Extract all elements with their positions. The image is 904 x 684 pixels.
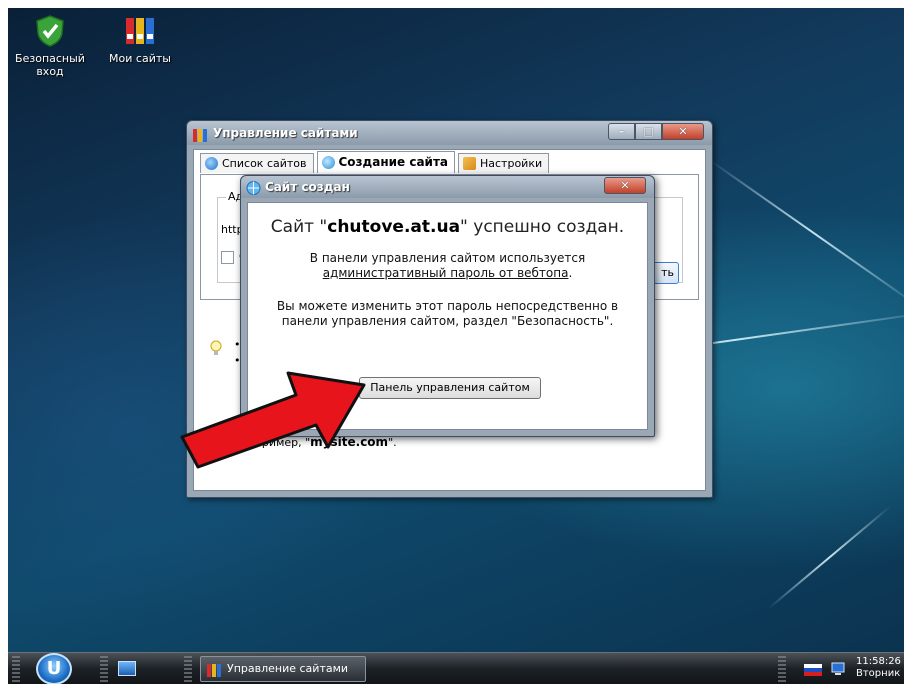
shield-check-icon bbox=[33, 14, 67, 48]
taskbar-window-button[interactable]: Управление сайтами bbox=[200, 656, 366, 682]
wallpaper-light-streak bbox=[767, 505, 892, 610]
window-title: Управление сайтами bbox=[213, 126, 358, 140]
start-button[interactable]: U bbox=[36, 653, 72, 684]
network-monitor-icon[interactable] bbox=[830, 661, 846, 677]
language-flag-icon[interactable] bbox=[804, 664, 822, 676]
clock-day: Вторник bbox=[856, 668, 901, 679]
binders-icon bbox=[193, 126, 208, 142]
tab-settings[interactable]: Настройки bbox=[458, 153, 550, 173]
minimize-button[interactable]: – bbox=[608, 123, 635, 140]
taskbar-grip[interactable] bbox=[778, 656, 786, 682]
show-desktop-icon[interactable] bbox=[118, 661, 136, 676]
binders-icon bbox=[207, 662, 221, 677]
wallpaper-light-streak bbox=[707, 158, 904, 309]
option-checkbox[interactable] bbox=[221, 251, 234, 264]
maximize-button[interactable]: □ bbox=[635, 123, 662, 140]
globe-icon bbox=[321, 156, 335, 169]
binders-icon bbox=[123, 14, 157, 48]
taskbar: U Управление сайтами 11:58:26 Вторник bbox=[8, 652, 904, 684]
desktop-icon-my-sites[interactable]: Мои сайты bbox=[100, 14, 180, 65]
tab-sites-list[interactable]: Список сайтов bbox=[200, 153, 314, 173]
window-titlebar[interactable]: Управление сайтами – □ ✕ bbox=[187, 121, 712, 145]
taskbar-grip[interactable] bbox=[12, 656, 20, 682]
desktop-icon-safe-login[interactable]: Безопасный вход bbox=[10, 14, 90, 78]
globe-icon bbox=[205, 157, 218, 170]
admin-password-link[interactable]: административный пароль от вебтопа bbox=[323, 266, 569, 280]
close-button[interactable]: ✕ bbox=[662, 123, 704, 140]
pencil-icon bbox=[463, 157, 476, 170]
tab-strip: Список сайтов Создание сайта Настройки bbox=[200, 151, 552, 173]
desktop-icon-label: Мои сайты bbox=[109, 52, 171, 65]
site-control-panel-button[interactable]: Панель управления сайтом bbox=[359, 377, 541, 399]
tab-label: Настройки bbox=[480, 157, 543, 170]
dialog-titlebar[interactable]: Сайт создан ✕ bbox=[241, 176, 654, 198]
taskbar-grip[interactable] bbox=[184, 656, 192, 682]
dialog-headline: Сайт "chutove.at.ua" успешно создан. bbox=[270, 217, 625, 237]
tab-label: Создание сайта bbox=[338, 155, 449, 169]
dialog-close-button[interactable]: ✕ bbox=[604, 177, 646, 194]
lightbulb-icon bbox=[210, 340, 222, 356]
created-domain: chutove.at.ua bbox=[327, 217, 461, 237]
taskbar-grip[interactable] bbox=[100, 656, 108, 682]
tab-label: Список сайтов bbox=[222, 157, 307, 170]
tab-create-site[interactable]: Создание сайта bbox=[316, 151, 455, 173]
dialog-title: Сайт создан bbox=[265, 180, 350, 194]
clock-time: 11:58:26 bbox=[856, 656, 901, 667]
taskbar-window-label: Управление сайтами bbox=[227, 662, 349, 675]
system-clock[interactable]: 11:58:26 Вторник bbox=[856, 656, 901, 680]
desktop-icon-label: Безопасный вход bbox=[15, 52, 85, 78]
globe-icon bbox=[246, 180, 261, 195]
password-notice: В панели управления сайтом используется … bbox=[309, 251, 586, 280]
change-password-notice: Вы можете изменить этот пароль непосредс… bbox=[276, 299, 619, 328]
red-arrow-annotation bbox=[180, 371, 366, 469]
